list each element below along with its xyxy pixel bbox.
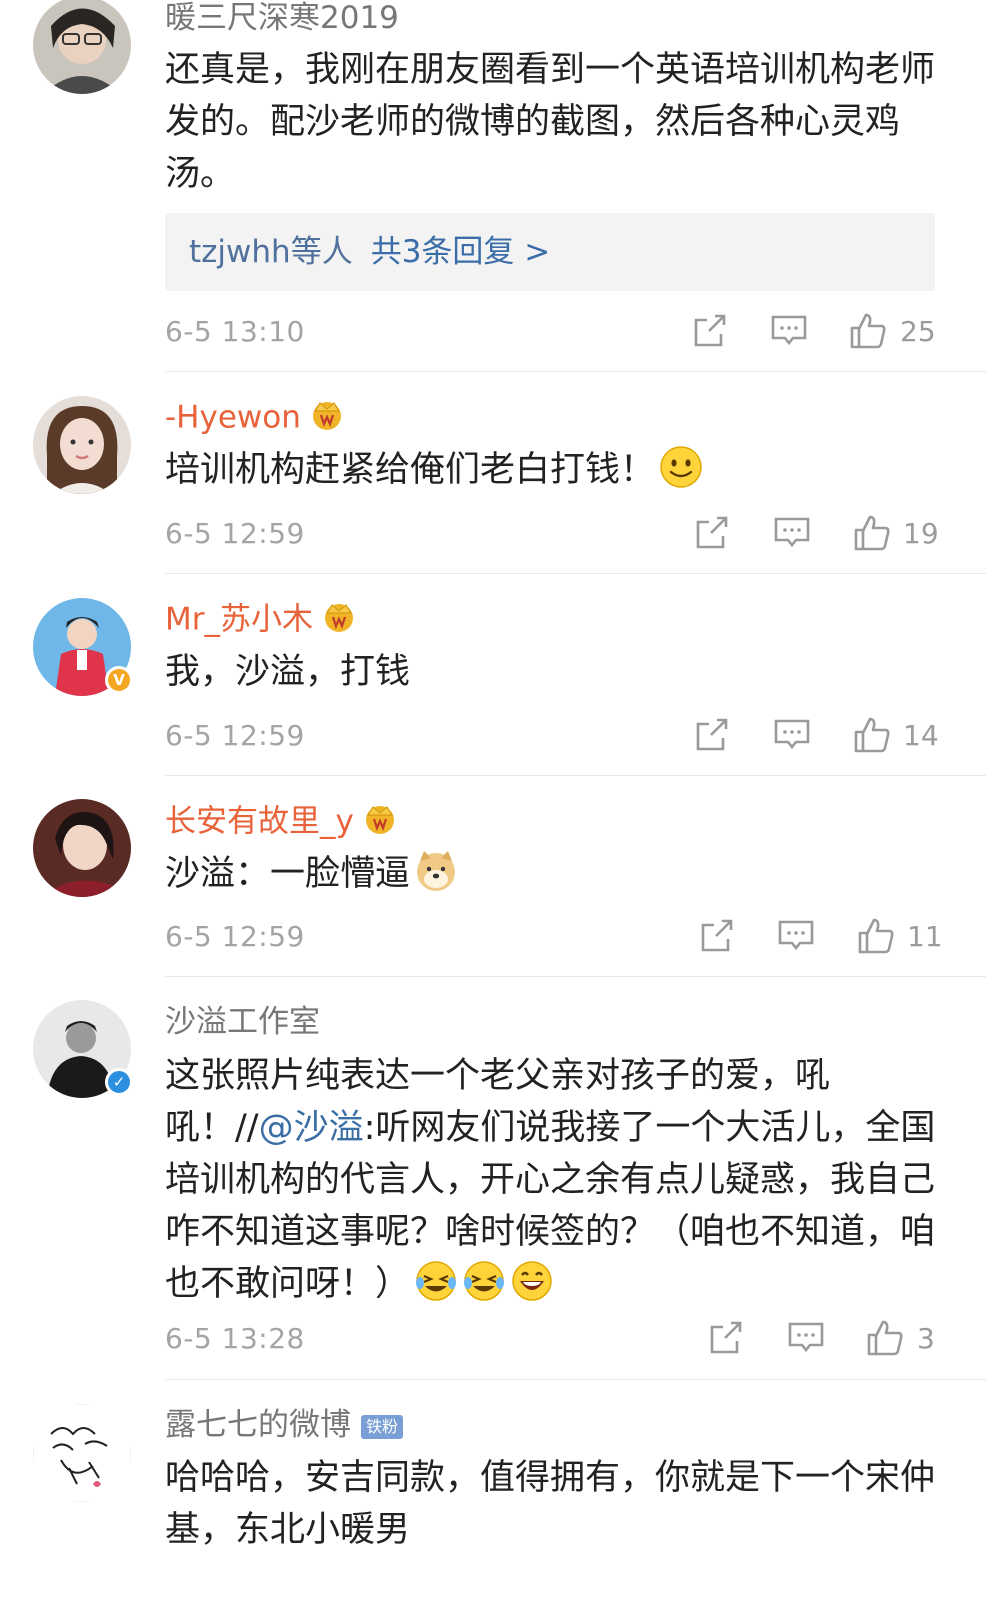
share-icon[interactable] bbox=[695, 716, 729, 756]
comment-meta: 6-5 13:10 25 bbox=[165, 312, 936, 352]
comment-text: 哈哈哈，安吉同款，值得拥有，你就是下一个宋仲基，东北小暖男 bbox=[165, 1458, 936, 1550]
share-icon[interactable] bbox=[709, 1319, 743, 1359]
like-icon[interactable] bbox=[857, 917, 895, 957]
comment-text-content: 培训机构赶紧给俺们老白打钱！ bbox=[165, 450, 656, 490]
share-icon[interactable] bbox=[695, 514, 729, 554]
comment-meta: 6-5 13:28 3 bbox=[165, 1319, 935, 1359]
vip-crown-icon[interactable] bbox=[362, 801, 398, 845]
username[interactable]: 沙溢工作室 bbox=[165, 1002, 320, 1042]
reply-users[interactable]: tzjwhh等人 bbox=[189, 234, 353, 270]
mention-link[interactable]: @沙溢 bbox=[259, 1108, 364, 1148]
comment-meta: 6-5 12:59 11 bbox=[165, 917, 943, 957]
divider bbox=[165, 573, 986, 574]
comment-text: 这张照片纯表达一个老父亲对孩子的爱，吼吼！//@沙溢:听网友们说我接了一个大活儿… bbox=[165, 1050, 940, 1310]
avatar[interactable] bbox=[33, 799, 131, 897]
comment-text: 我，沙溢，打钱 bbox=[165, 652, 411, 692]
divider bbox=[165, 371, 986, 372]
timestamp: 6-5 13:28 bbox=[165, 1322, 305, 1355]
comment-icon[interactable] bbox=[788, 1319, 824, 1359]
avatar[interactable]: ✓ bbox=[33, 1000, 133, 1098]
like-count: 14 bbox=[903, 719, 939, 752]
username[interactable]: 暖三尺深寒2019 bbox=[165, 0, 399, 38]
like-icon[interactable] bbox=[849, 312, 887, 352]
username[interactable]: 露七七的微博 铁粉 bbox=[165, 1405, 404, 1445]
username-text[interactable]: Mr_苏小木 bbox=[165, 602, 313, 638]
username[interactable]: 长安有故里_y bbox=[165, 801, 398, 845]
like-count: 3 bbox=[917, 1322, 935, 1355]
comment-text-content: 沙溢：一脸懵逼 bbox=[165, 854, 411, 894]
share-icon[interactable] bbox=[693, 312, 727, 352]
vip-crown-icon[interactable] bbox=[321, 599, 357, 643]
timestamp: 6-5 12:59 bbox=[165, 920, 305, 953]
like-count: 19 bbox=[903, 517, 939, 550]
username[interactable]: Mr_苏小木 bbox=[165, 599, 357, 643]
fan-badge[interactable]: 铁粉 bbox=[361, 1414, 404, 1439]
avatar[interactable] bbox=[33, 396, 131, 494]
timestamp: 6-5 13:10 bbox=[165, 315, 305, 348]
comment-text: 培训机构赶紧给俺们老白打钱！ bbox=[165, 444, 940, 496]
share-icon[interactable] bbox=[700, 917, 734, 957]
comment-text: 还真是，我刚在朋友圈看到一个英语培训机构老师发的。配沙老师的微博的截图，然后各种… bbox=[165, 50, 936, 194]
comment-meta: 6-5 12:59 14 bbox=[165, 716, 939, 756]
timestamp: 6-5 12:59 bbox=[165, 719, 305, 752]
comment-text: 沙溢：一脸懵逼 bbox=[165, 848, 940, 900]
comment-icon[interactable] bbox=[774, 514, 810, 554]
divider bbox=[165, 976, 986, 977]
timestamp: 6-5 12:59 bbox=[165, 517, 305, 550]
verified-badge-icon: ✓ bbox=[105, 1068, 133, 1096]
big-laugh-emoji-icon bbox=[510, 1259, 554, 1303]
avatar[interactable]: V bbox=[33, 598, 133, 696]
laugh-cry-emoji-icon bbox=[414, 1259, 458, 1303]
laugh-cry-emoji-icon bbox=[462, 1259, 506, 1303]
smile-emoji-icon bbox=[659, 445, 703, 489]
avatar[interactable] bbox=[33, 0, 131, 94]
comment-icon[interactable] bbox=[771, 312, 807, 352]
like-icon[interactable] bbox=[866, 1319, 904, 1359]
verified-badge-icon: V bbox=[105, 666, 133, 694]
like-icon[interactable] bbox=[853, 514, 891, 554]
username-text[interactable]: 露七七的微博 bbox=[165, 1407, 351, 1443]
avatar[interactable] bbox=[33, 1404, 131, 1502]
vip-crown-icon[interactable] bbox=[309, 397, 345, 441]
reply-count-link[interactable]: 共3条回复 > bbox=[371, 234, 551, 270]
comment-icon[interactable] bbox=[774, 716, 810, 756]
like-count: 11 bbox=[907, 920, 943, 953]
divider bbox=[165, 775, 986, 776]
username-text[interactable]: -Hyewon bbox=[165, 400, 301, 436]
comment-icon[interactable] bbox=[778, 917, 814, 957]
divider bbox=[165, 1379, 986, 1380]
doge-emoji-icon bbox=[414, 849, 458, 893]
username-text[interactable]: 长安有故里_y bbox=[165, 804, 354, 840]
like-icon[interactable] bbox=[853, 716, 891, 756]
replies-box[interactable]: tzjwhh等人 共3条回复 > bbox=[165, 213, 935, 291]
like-count: 25 bbox=[900, 315, 936, 348]
comment-meta: 6-5 12:59 19 bbox=[165, 514, 939, 554]
username[interactable]: -Hyewon bbox=[165, 397, 345, 441]
